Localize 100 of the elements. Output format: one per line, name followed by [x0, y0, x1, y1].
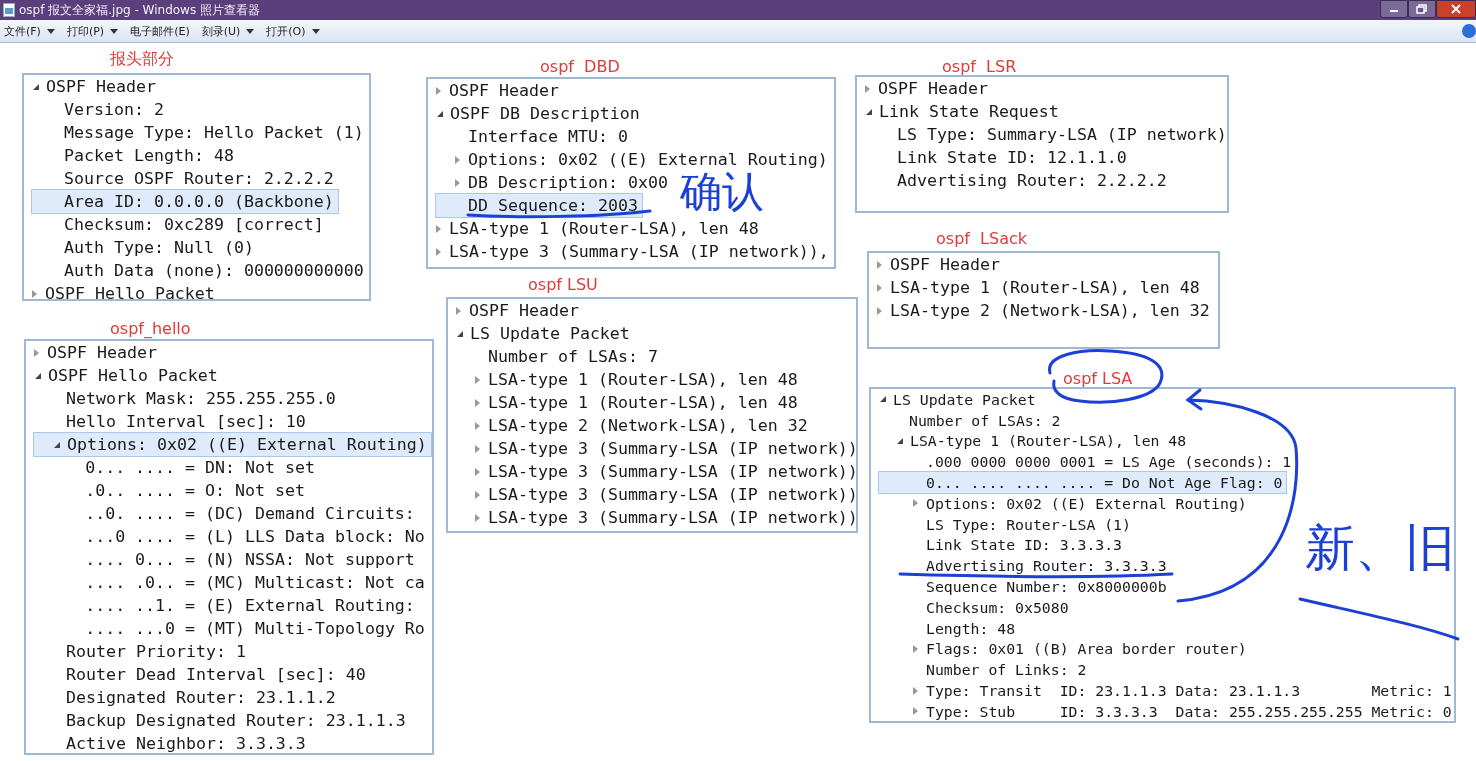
tree-row[interactable]: Backup Designated Router: 23.1.1.3	[34, 709, 410, 732]
tree-row[interactable]: Type: Stub ID: 3.3.3.3 Data: 255.255.255.255 Metric: 0	[879, 700, 1456, 722]
collapsed-arrow-icon[interactable]	[455, 178, 461, 187]
tree-row[interactable]: ...0 .... = (L) LLS Data block: No	[34, 525, 429, 548]
tree-row[interactable]: ..0. .... = (DC) Demand Circuits:	[34, 502, 419, 525]
tree-row[interactable]: Hello Interval [sec]: 10	[34, 410, 310, 433]
tree-row[interactable]: Advertising Router: 2.2.2.2	[865, 169, 1171, 192]
tree-row[interactable]: Router Dead Interval [sec]: 40	[34, 663, 370, 686]
collapsed-arrow-icon[interactable]	[913, 644, 919, 653]
expanded-arrow-icon[interactable]	[54, 441, 61, 448]
tree-row[interactable]: Options: 0x02 ((E) External Routing)	[34, 433, 431, 456]
collapsed-arrow-icon[interactable]	[475, 513, 481, 522]
tree-row[interactable]: Options: 0x02 ((E) External Routing)	[879, 493, 1251, 514]
menu-button[interactable]: 打印(P)	[64, 22, 125, 40]
tree-row[interactable]: .... 0... = (N) NSSA: Not support	[34, 548, 419, 571]
tree-row[interactable]: Auth Data (none): 000000000000	[32, 259, 368, 282]
tree-row[interactable]: Interface MTU: 0	[436, 125, 632, 148]
tree-row[interactable]: Number of LSAs: 2	[879, 409, 1065, 431]
collapsed-arrow-icon[interactable]	[456, 306, 461, 315]
tree-row[interactable]: Sequence Number: 0x8000000b	[879, 576, 1171, 597]
tree-row[interactable]: .0.. .... = O: Not set	[34, 479, 309, 502]
collapsed-arrow-icon[interactable]	[877, 306, 882, 315]
tree-row[interactable]: Designated Router: 23.1.1.2	[34, 686, 340, 709]
expanded-arrow-icon[interactable]	[35, 372, 41, 379]
minimize-button[interactable]	[1380, 0, 1408, 18]
tree-row[interactable]: OSPF Header	[865, 77, 992, 100]
tree-row[interactable]: Type: Transit ID: 23.1.1.3 Data: 23.1.1.3 Metric: 1	[879, 680, 1456, 701]
tree-row[interactable]: OSPF Header	[32, 75, 160, 98]
tree-row[interactable]: LSA-type 3 (Summary-LSA (IP network))	[456, 437, 862, 460]
tree-row[interactable]: LSA-type 2 (Network-LSA), len 32	[877, 299, 1214, 322]
tree-row[interactable]: Advertising Router: 3.3.3.3	[879, 555, 1171, 577]
collapsed-arrow-icon[interactable]	[475, 398, 481, 407]
tree-row[interactable]: Link State Request	[865, 100, 1063, 123]
tree-row[interactable]: OSPF DB Description	[436, 102, 644, 125]
tree-row[interactable]: LSA-type 3 (Summary-LSA (IP network))	[456, 460, 862, 483]
collapsed-arrow-icon[interactable]	[475, 467, 481, 476]
collapsed-arrow-icon[interactable]	[877, 260, 882, 269]
collapsed-arrow-icon[interactable]	[34, 348, 39, 357]
collapsed-arrow-icon[interactable]	[455, 155, 461, 164]
tree-row[interactable]: Options: 0x02 ((E) External Routing)	[436, 148, 832, 171]
tree-row[interactable]: OSPF Hello Packet	[32, 282, 219, 305]
tree-row[interactable]: .... .0.. = (MC) Multicast: Not ca	[34, 571, 429, 594]
tree-row[interactable]: DB Description: 0x00	[436, 171, 672, 194]
tree-row[interactable]: LSA-type 1 (Router-LSA), len 48	[879, 430, 1191, 452]
collapsed-arrow-icon[interactable]	[436, 247, 441, 256]
menu-button[interactable]: 刻录(U)	[199, 22, 261, 40]
menu-button[interactable]: 文件(F)	[2, 22, 61, 40]
collapsed-arrow-icon[interactable]	[877, 283, 882, 292]
tree-row[interactable]: LSA-type 3 (Summary-LSA (IP network))	[456, 483, 862, 506]
expanded-arrow-icon[interactable]	[437, 110, 443, 117]
tree-row[interactable]: OSPF Hello Packet	[34, 364, 222, 387]
expanded-arrow-icon[interactable]	[457, 330, 463, 337]
close-button[interactable]	[1436, 0, 1476, 18]
tree-row[interactable]: Message Type: Hello Packet (1)	[32, 121, 368, 144]
tree-row[interactable]: Flags: 0x01 ((B) Area border router)	[879, 638, 1251, 660]
tree-row[interactable]: Version: 2	[32, 98, 168, 121]
help-icon[interactable]	[1462, 24, 1476, 38]
tree-row[interactable]: LSA-type 3 (Summary-LSA (IP network)),	[436, 240, 833, 263]
tree-row[interactable]: LS Type: Summary-LSA (IP network)	[865, 123, 1231, 146]
tree-row[interactable]: LSA-type 1 (Router-LSA), len 48	[456, 368, 802, 391]
tree-row[interactable]: LSA-type 1 (Router-LSA), len 48	[877, 276, 1204, 299]
tree-row[interactable]: LS Update Packet	[456, 322, 634, 345]
tree-row[interactable]: 0... .... .... .... = Do Not Age Flag: 0	[879, 472, 1287, 493]
collapsed-arrow-icon[interactable]	[913, 707, 919, 716]
maximize-button[interactable]	[1408, 0, 1436, 18]
tree-row[interactable]: Area ID: 0.0.0.0 (Backbone)	[32, 190, 338, 213]
tree-row[interactable]: OSPF Header	[456, 299, 583, 322]
tree-row[interactable]: Checksum: 0xc289 [correct]	[32, 213, 328, 236]
tree-row[interactable]: .000 0000 0000 0001 = LS Age (seconds): 1	[879, 451, 1296, 473]
collapsed-arrow-icon[interactable]	[32, 289, 37, 298]
tree-row[interactable]: Auth Type: Null (0)	[32, 236, 258, 259]
collapsed-arrow-icon[interactable]	[913, 499, 919, 508]
tree-row[interactable]: LS Type: Router-LSA (1)	[879, 513, 1135, 535]
tree-row[interactable]: Network Mask: 255.255.255.0	[34, 387, 340, 410]
tree-row[interactable]: OSPF Header	[877, 253, 1004, 276]
expanded-arrow-icon[interactable]	[897, 438, 903, 444]
tree-row[interactable]: OSPF Header	[436, 79, 563, 102]
expanded-arrow-icon[interactable]	[33, 83, 39, 90]
tree-row[interactable]: Number of LSAs: 7	[456, 345, 662, 368]
tree-row[interactable]: Packet Length: 48	[32, 144, 238, 167]
collapsed-arrow-icon[interactable]	[913, 686, 919, 695]
tree-row[interactable]: Source OSPF Router: 2.2.2.2	[32, 167, 338, 190]
collapsed-arrow-icon[interactable]	[436, 224, 441, 233]
menu-button[interactable]: 电子邮件(E)	[128, 22, 196, 40]
tree-row[interactable]: DD Sequence: 2003	[436, 194, 642, 217]
tree-row[interactable]: LS Update Packet	[879, 389, 1040, 410]
tree-row[interactable]: LSA-type 1 (Router-LSA), len 48	[456, 391, 802, 414]
tree-row[interactable]: Active Neighbor: 3.3.3.3	[34, 732, 310, 755]
expanded-arrow-icon[interactable]	[880, 396, 886, 403]
tree-row[interactable]: Number of Links: 2	[879, 659, 1091, 681]
tree-row[interactable]: OSPF Header	[34, 341, 161, 364]
tree-row[interactable]: Link State ID: 3.3.3.3	[879, 534, 1127, 556]
tree-row[interactable]: LSA-type 3 (Summary-LSA (IP network))	[456, 506, 862, 529]
collapsed-arrow-icon[interactable]	[475, 375, 481, 384]
collapsed-arrow-icon[interactable]	[436, 86, 441, 95]
menu-button[interactable]: 打开(O)	[264, 22, 326, 40]
tree-row[interactable]: Checksum: 0x5080	[879, 596, 1073, 618]
tree-row[interactable]: .... ...0 = (MT) Multi-Topology Ro	[34, 617, 429, 640]
tree-row[interactable]: Length: 48	[879, 617, 1020, 639]
tree-row[interactable]: 0... .... = DN: Not set	[34, 456, 319, 479]
